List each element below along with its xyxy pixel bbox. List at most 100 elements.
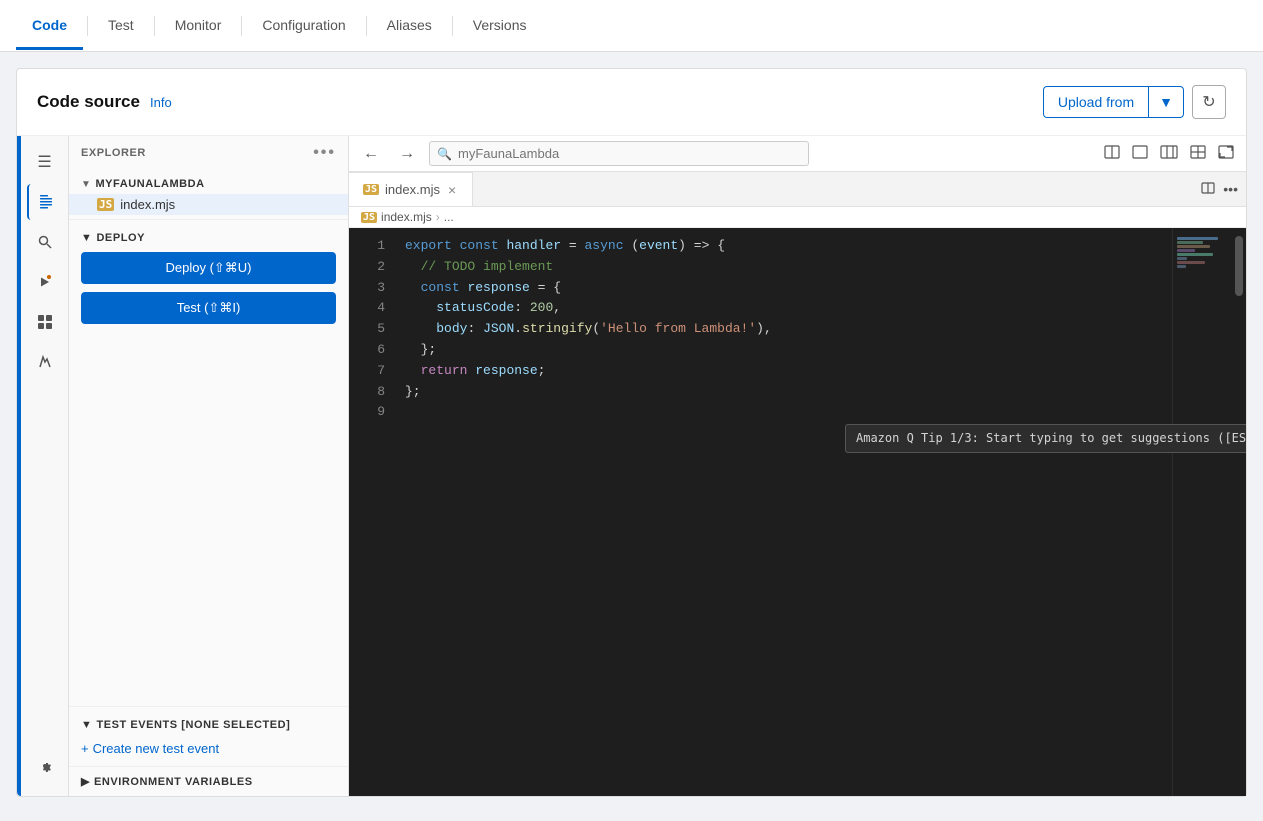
tab-monitor[interactable]: Monitor xyxy=(159,3,238,50)
page-title: Code source xyxy=(37,92,140,112)
folder-arrow-icon: ▼ xyxy=(81,179,91,190)
env-vars-arrow-icon: ▶ xyxy=(81,775,90,788)
code-line-2: // TODO implement xyxy=(397,257,1172,278)
layout-double-icon[interactable] xyxy=(1128,141,1152,166)
breadcrumb-more: ... xyxy=(444,210,454,224)
editor-tab-index-mjs[interactable]: JS index.mjs × xyxy=(349,172,473,206)
deploy-title: DEPLOY xyxy=(96,232,145,244)
breadcrumb-file: index.mjs xyxy=(381,210,432,224)
tab-close-button[interactable]: × xyxy=(446,182,458,198)
explorer-icon[interactable] xyxy=(27,184,63,220)
code-source-header: Code source Info Upload from ▼ ↻ xyxy=(17,69,1246,136)
line-numbers: 1 2 3 4 5 6 7 8 9 xyxy=(349,228,397,796)
folder-section: ▼ MYFAUNALAMBDA JS index.mjs xyxy=(69,170,348,219)
upload-dropdown-arrow-icon[interactable]: ▼ xyxy=(1148,87,1183,117)
env-vars-section: ▶ ENVIRONMENT VARIABLES xyxy=(69,766,348,796)
tab-test[interactable]: Test xyxy=(92,3,150,50)
search-sidebar-icon[interactable] xyxy=(27,224,63,260)
tab-divider-3 xyxy=(241,16,242,36)
minimap-line-2 xyxy=(1177,241,1203,244)
js-file-icon: JS xyxy=(97,198,114,211)
code-line-7: return response; xyxy=(397,361,1172,382)
minimap xyxy=(1172,228,1232,796)
folder-myfaunalambda[interactable]: ▼ MYFAUNALAMBDA xyxy=(69,174,348,194)
tab-divider-2 xyxy=(154,16,155,36)
amazon-q-tooltip: Amazon Q Tip 1/3: Start typing to get su… xyxy=(845,424,1246,453)
code-editor-pane: ← → 🔍 xyxy=(349,136,1246,796)
upload-from-button[interactable]: Upload from ▼ xyxy=(1043,86,1184,118)
aws-lambda-icon[interactable] xyxy=(27,344,63,380)
split-editor-button[interactable] xyxy=(1201,181,1215,197)
layout-icons xyxy=(1100,141,1238,166)
run-debug-icon[interactable] xyxy=(27,264,63,300)
vertical-scrollbar[interactable] xyxy=(1232,228,1246,796)
extensions-icon[interactable] xyxy=(27,304,63,340)
breadcrumb-sep: › xyxy=(436,210,440,224)
scrollbar-thumb[interactable] xyxy=(1235,236,1243,296)
search-input[interactable] xyxy=(429,141,809,166)
test-events-header[interactable]: ▼ TEST EVENTS [NONE SELECTED] xyxy=(81,715,336,739)
upload-btn-label: Upload from xyxy=(1044,87,1148,117)
code-line-5: body: JSON.stringify('Hello from Lambda!… xyxy=(397,319,1172,340)
spacer xyxy=(69,340,348,706)
test-events-section: ▼ TEST EVENTS [NONE SELECTED] + Create n… xyxy=(69,706,348,766)
folder-name: MYFAUNALAMBDA xyxy=(95,178,204,190)
minimap-line-3 xyxy=(1177,245,1210,248)
layout-single-icon[interactable] xyxy=(1100,141,1124,166)
minimap-line-5 xyxy=(1177,253,1213,256)
nav-back-button[interactable]: ← xyxy=(357,141,385,167)
tab-js-icon: JS xyxy=(363,184,379,195)
deploy-header[interactable]: ▼ DEPLOY xyxy=(81,228,336,252)
create-test-event-link[interactable]: + Create new test event xyxy=(81,739,336,758)
explorer-title: EXPLORER xyxy=(81,147,146,159)
deploy-arrow-icon: ▼ xyxy=(81,232,92,244)
tab-code[interactable]: Code xyxy=(16,3,83,50)
tab-bar: JS index.mjs × ••• xyxy=(349,172,1246,207)
env-vars-header[interactable]: ▶ ENVIRONMENT VARIABLES xyxy=(81,775,336,788)
refresh-button[interactable]: ↻ xyxy=(1192,85,1226,119)
code-line-3: const response = { xyxy=(397,278,1172,299)
tab-bar-actions: ••• xyxy=(1193,181,1246,197)
env-vars-title: ENVIRONMENT VARIABLES xyxy=(94,776,253,788)
main-card: Code source Info Upload from ▼ ↻ ☰ xyxy=(16,68,1247,797)
tab-filename: index.mjs xyxy=(385,182,440,197)
top-nav: Code Test Monitor Configuration Aliases … xyxy=(0,0,1263,52)
menu-icon[interactable]: ☰ xyxy=(27,144,63,180)
explorer-more-button[interactable]: ••• xyxy=(313,144,336,162)
minimap-lines xyxy=(1173,228,1232,277)
code-lines[interactable]: export const handler = async (event) => … xyxy=(397,228,1172,796)
tab-versions[interactable]: Versions xyxy=(457,3,543,50)
tab-divider-1 xyxy=(87,16,88,36)
code-line-8: }; xyxy=(397,382,1172,403)
minimap-line-7 xyxy=(1177,261,1205,264)
breadcrumb-bar: JS index.mjs › ... xyxy=(349,207,1246,228)
breadcrumb-js-icon: JS xyxy=(361,212,377,223)
editor-toolbar: ← → 🔍 xyxy=(349,136,1246,172)
code-line-1: export const handler = async (event) => … xyxy=(397,236,1172,257)
file-item-index-mjs[interactable]: JS index.mjs xyxy=(69,194,348,215)
search-icon: 🔍 xyxy=(437,147,452,161)
test-button[interactable]: Test (⇧⌘I) xyxy=(81,292,336,324)
settings-icon[interactable] xyxy=(27,748,63,784)
tab-divider-5 xyxy=(452,16,453,36)
minimap-line-1 xyxy=(1177,237,1218,240)
code-line-6: }; xyxy=(397,340,1172,361)
layout-triple-icon[interactable] xyxy=(1156,141,1182,166)
deploy-button[interactable]: Deploy (⇧⌘U) xyxy=(81,252,336,284)
layout-fullscreen-icon[interactable] xyxy=(1214,141,1238,166)
layout-grid-icon[interactable] xyxy=(1186,141,1210,166)
minimap-line-8 xyxy=(1177,265,1186,268)
nav-forward-button[interactable]: → xyxy=(393,141,421,167)
sidebar-icons: ☰ xyxy=(21,136,69,796)
deploy-section: ▼ DEPLOY Deploy (⇧⌘U) Test (⇧⌘I) xyxy=(69,219,348,340)
tab-aliases[interactable]: Aliases xyxy=(371,3,448,50)
code-line-4: statusCode: 200, xyxy=(397,298,1172,319)
info-link[interactable]: Info xyxy=(150,95,172,110)
test-events-arrow-icon: ▼ xyxy=(81,719,92,731)
plus-icon: + xyxy=(81,741,89,756)
tab-configuration[interactable]: Configuration xyxy=(246,3,361,50)
code-content[interactable]: 1 2 3 4 5 6 7 8 9 export const handler =… xyxy=(349,228,1246,796)
minimap-line-6 xyxy=(1177,257,1187,260)
create-event-label: Create new test event xyxy=(93,741,219,756)
tab-more-button[interactable]: ••• xyxy=(1223,181,1238,197)
